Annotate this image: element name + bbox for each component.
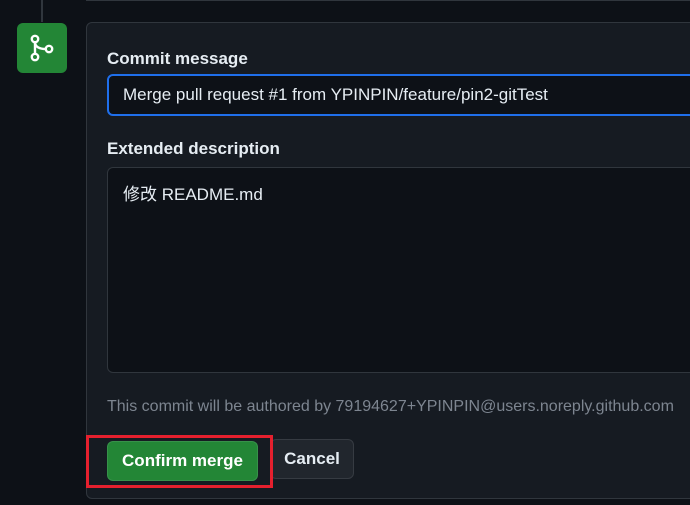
- merge-page: Commit message Extended description 修改 R…: [0, 0, 690, 505]
- merge-badge: [17, 23, 67, 73]
- commit-message-label: Commit message: [107, 49, 248, 68]
- confirm-merge-button[interactable]: Confirm merge: [107, 441, 258, 481]
- git-merge-icon: [29, 34, 55, 62]
- merge-form-panel: Commit message Extended description 修改 R…: [86, 22, 690, 499]
- extended-description-textarea[interactable]: 修改 README.md: [107, 167, 690, 373]
- author-note: This commit will be authored by 79194627…: [107, 398, 674, 415]
- extended-description-label: Extended description: [107, 139, 280, 158]
- timeline-line: [41, 0, 43, 22]
- cancel-button[interactable]: Cancel: [270, 439, 354, 479]
- commit-message-input[interactable]: [107, 74, 690, 116]
- top-divider: [86, 0, 690, 1]
